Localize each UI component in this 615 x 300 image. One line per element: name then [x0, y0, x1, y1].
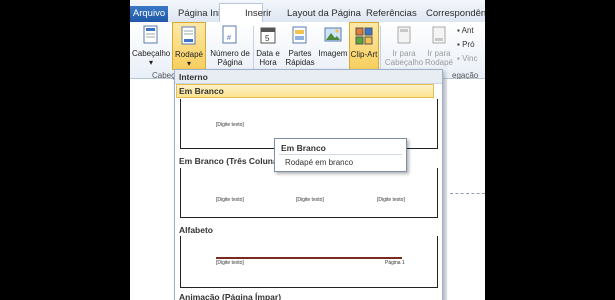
footer-option-blank-three-columns[interactable]: [Digite texto] [Digite texto] [Digite te…: [180, 168, 438, 218]
go-to-header-label-1: Ir para: [392, 49, 416, 58]
alphabet-rule-line: [216, 257, 402, 259]
go-to-footer-label-2: Rodapé: [424, 58, 454, 67]
footer-boundary-line: [450, 193, 485, 194]
gallery-scrollbar[interactable]: [442, 84, 443, 300]
date-time-button[interactable]: 5 Data e Hora: [255, 22, 281, 67]
gallery-section-label: Em Branco (Três Colunas): [179, 156, 286, 166]
quick-parts-label-2: Rápidas: [285, 58, 315, 67]
tab-references[interactable]: Referências: [366, 8, 417, 19]
tab-mailings[interactable]: Correspondência: [426, 8, 485, 19]
calendar-icon: 5: [260, 27, 276, 44]
link-to-previous-button[interactable]: ▪ Vinc: [457, 54, 477, 63]
gallery-section-label: Em Branco: [179, 86, 224, 96]
page-number-label-1: Número de: [210, 49, 250, 58]
picture-label: Imagem: [318, 49, 348, 58]
clipart-label: Clip-Art: [350, 50, 378, 59]
svg-text:#: #: [227, 35, 231, 42]
thumb-border-right: [437, 168, 438, 218]
page-number-text: Página 1: [385, 260, 405, 266]
picture-button[interactable]: Imagem: [318, 22, 348, 58]
date-time-label-2: Hora: [259, 58, 277, 67]
gallery-header-builtin: Interno: [175, 70, 442, 84]
thumb-border-left: [180, 168, 181, 218]
word-window: Arquivo Página Inicial Inserir Layout da…: [130, 0, 485, 300]
thumb-border-bottom: [180, 217, 438, 218]
ribbon-tab-bar: Arquivo Página Inicial Inserir Layout da…: [130, 0, 485, 24]
placeholder-text: [Digite texto]: [216, 197, 244, 203]
picture-icon: [324, 27, 342, 42]
footer-option-alphabet[interactable]: [Digite texto] Página 1: [180, 236, 438, 288]
previous-section-button[interactable]: ▪ Ant: [457, 26, 474, 35]
go-to-footer-button[interactable]: Ir para Rodapé: [424, 22, 454, 67]
tooltip-description: Rodapé em branco: [285, 158, 354, 167]
footer-icon: [181, 26, 196, 45]
clipart-button[interactable]: Clip-Art: [349, 22, 379, 70]
tab-file[interactable]: Arquivo: [130, 6, 168, 22]
thumb-border-right: [437, 236, 438, 288]
tooltip-divider: [279, 154, 402, 155]
gallery-section-label: Alfabeto: [179, 225, 213, 235]
next-section-button[interactable]: ▪ Pró: [457, 40, 475, 49]
thumb-border-bottom: [180, 287, 438, 288]
header-icon: [143, 25, 158, 44]
document-page[interactable]: [447, 79, 485, 300]
thumb-border-right: [437, 99, 438, 149]
footer-dropdown-arrow: ▾: [186, 59, 191, 68]
quick-parts-button[interactable]: Partes Rápidas: [283, 22, 317, 67]
footer-label: Rodapé: [174, 50, 204, 59]
placeholder-text: [Digite texto]: [216, 260, 244, 266]
thumb-border-left: [180, 99, 181, 149]
page-number-icon: #: [222, 25, 237, 44]
go-to-footer-icon: [432, 26, 446, 44]
go-to-header-icon: [397, 26, 411, 44]
tab-page-layout[interactable]: Layout da Página: [287, 8, 361, 19]
header-dropdown-arrow: ▾: [148, 58, 153, 67]
quick-parts-label-1: Partes: [288, 49, 312, 58]
go-to-footer-label-1: Ir para: [427, 49, 451, 58]
date-time-label-1: Data e: [256, 49, 280, 58]
placeholder-text: [Digite texto]: [296, 197, 324, 203]
tooltip: Em Branco Rodapé em branco: [274, 138, 407, 172]
group-label-header-footer: Cabeç: [152, 71, 176, 80]
page-number-button[interactable]: # Número de Página: [208, 22, 252, 67]
gallery-section-label: Animação (Página Ímpar): [179, 292, 282, 300]
page-number-label-2: Página: [217, 58, 243, 67]
tooltip-title: Em Branco: [281, 143, 326, 153]
thumb-border-left: [180, 236, 181, 288]
header-label: Cabeçalho: [132, 49, 171, 58]
footer-button[interactable]: Rodapé ▾: [172, 22, 206, 70]
quick-parts-icon: [292, 26, 307, 44]
go-to-header-button[interactable]: Ir para Cabeçalho: [384, 22, 424, 67]
svg-text:5: 5: [265, 34, 270, 43]
tab-insert[interactable]: Inserir: [245, 8, 271, 19]
go-to-header-label-2: Cabeçalho: [384, 58, 424, 67]
placeholder-text: [Digite texto]: [377, 197, 405, 203]
header-button[interactable]: Cabeçalho ▾: [132, 22, 170, 67]
footer-gallery-dropdown: Interno Em Branco [Digite texto] Em Bran…: [174, 69, 443, 300]
clipart-icon: [355, 27, 373, 45]
placeholder-text: [Digite texto]: [216, 122, 244, 128]
